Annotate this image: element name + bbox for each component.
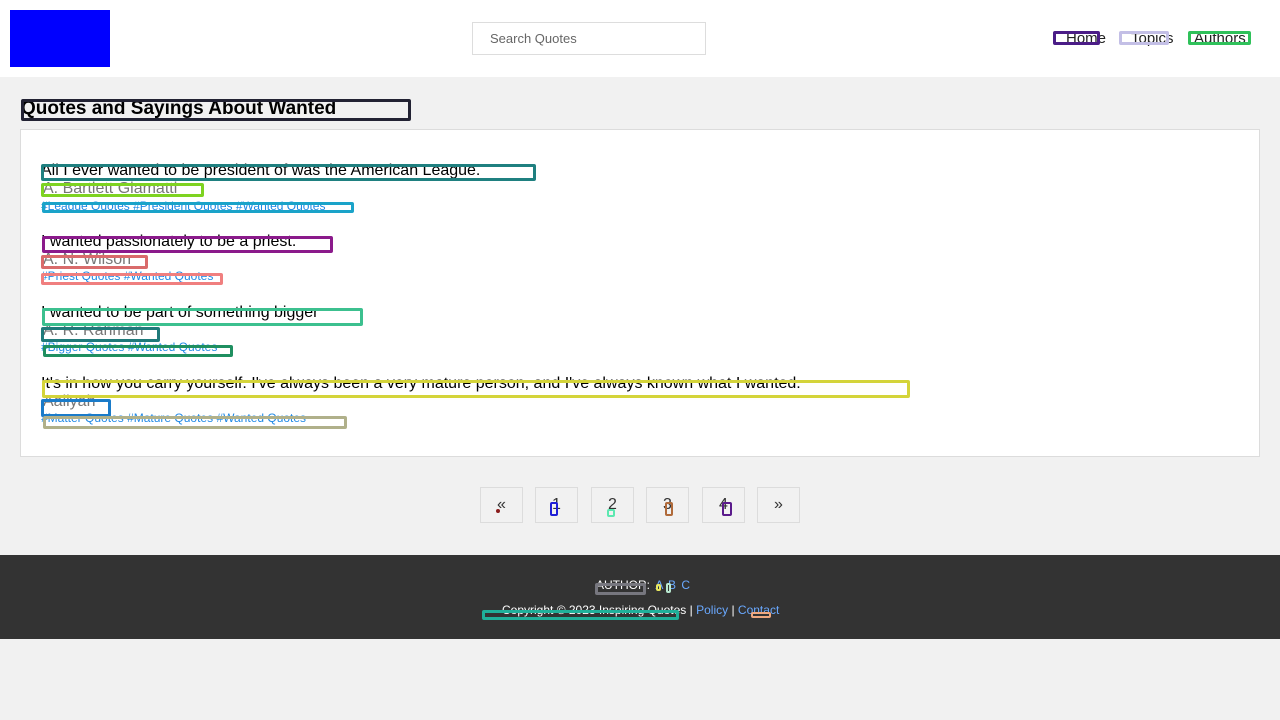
letter-a-marker <box>656 584 661 591</box>
tag-link[interactable]: #Wanted Quotes <box>128 340 218 354</box>
quote-tags: #Matter Quotes #Mature Quotes #Wanted Qu… <box>41 411 306 425</box>
tag-link[interactable]: #Mature Quotes <box>127 411 213 425</box>
quote-tags: #Priest Quotes #Wanted Quotes <box>41 269 213 283</box>
pagination-prev-button[interactable]: « <box>480 487 523 523</box>
search-input[interactable] <box>472 22 706 55</box>
nav-topics-link[interactable]: Topics <box>1131 30 1174 47</box>
tag-link[interactable]: #Wanted Quotes <box>236 199 326 213</box>
quote-author-link[interactable]: A. Bartlett Giamatti <box>43 180 177 198</box>
site-logo[interactable] <box>10 10 110 67</box>
pagination-next-button[interactable]: » <box>757 487 800 523</box>
contact-marker <box>751 612 771 618</box>
nav-home-link[interactable]: Home <box>1066 30 1106 47</box>
tag-link[interactable]: #Bigger Quotes <box>41 340 124 354</box>
site-footer: AUTHOR: A B C Copyright © 2023 Inspiring… <box>0 555 1280 639</box>
page4-marker <box>722 502 732 516</box>
author-index: AUTHOR: A B C <box>596 578 690 592</box>
author-label: AUTHOR: <box>596 578 650 592</box>
author-letter-c-link[interactable]: C <box>681 578 690 592</box>
quote-author-link[interactable]: A. N. Wilson <box>43 251 131 269</box>
tag-link[interactable]: #Matter Quotes <box>41 411 124 425</box>
quote-text: I wanted to be part of something bigger <box>41 304 319 321</box>
nav-authors-link[interactable]: Authors <box>1194 30 1246 47</box>
pagination-page-2[interactable]: 2 <box>591 487 634 523</box>
quote-text: I wanted passionately to be a priest. <box>41 233 297 250</box>
policy-link[interactable]: Policy <box>696 603 728 617</box>
prev-marker <box>496 509 500 513</box>
quote-text: All I ever wanted to be president of was… <box>41 162 481 179</box>
quote-author-link[interactable]: A. R. Rahman <box>43 322 143 340</box>
page3-marker <box>665 502 673 516</box>
separator: | <box>689 603 693 617</box>
quote-text: It's in how you carry yourself. I've alw… <box>41 375 801 392</box>
tag-link[interactable]: #Wanted Quotes <box>216 411 306 425</box>
letter-b-marker <box>666 583 671 593</box>
copyright-text: Copyright © 2023 Inspiring Quotes <box>502 603 687 617</box>
tag-link[interactable]: #Priest Quotes <box>41 269 120 283</box>
quote-tags: #Bigger Quotes #Wanted Quotes <box>41 340 217 354</box>
tag-link[interactable]: #President Quotes <box>133 199 232 213</box>
quote-author-link[interactable]: Aaliyah <box>43 393 95 411</box>
quote-tags: #League Quotes #President Quotes #Wanted… <box>41 199 325 213</box>
tag-link[interactable]: #League Quotes <box>41 199 130 213</box>
copyright-line: Copyright © 2023 Inspiring Quotes | Poli… <box>502 603 779 617</box>
page-title: Quotes and Sayings About Wanted <box>21 98 337 119</box>
site-header: Home Topics Authors <box>0 0 1280 77</box>
page1-marker <box>550 502 558 516</box>
separator: | <box>731 603 735 617</box>
page2-marker <box>607 509 615 517</box>
tag-link[interactable]: #Wanted Quotes <box>124 269 214 283</box>
